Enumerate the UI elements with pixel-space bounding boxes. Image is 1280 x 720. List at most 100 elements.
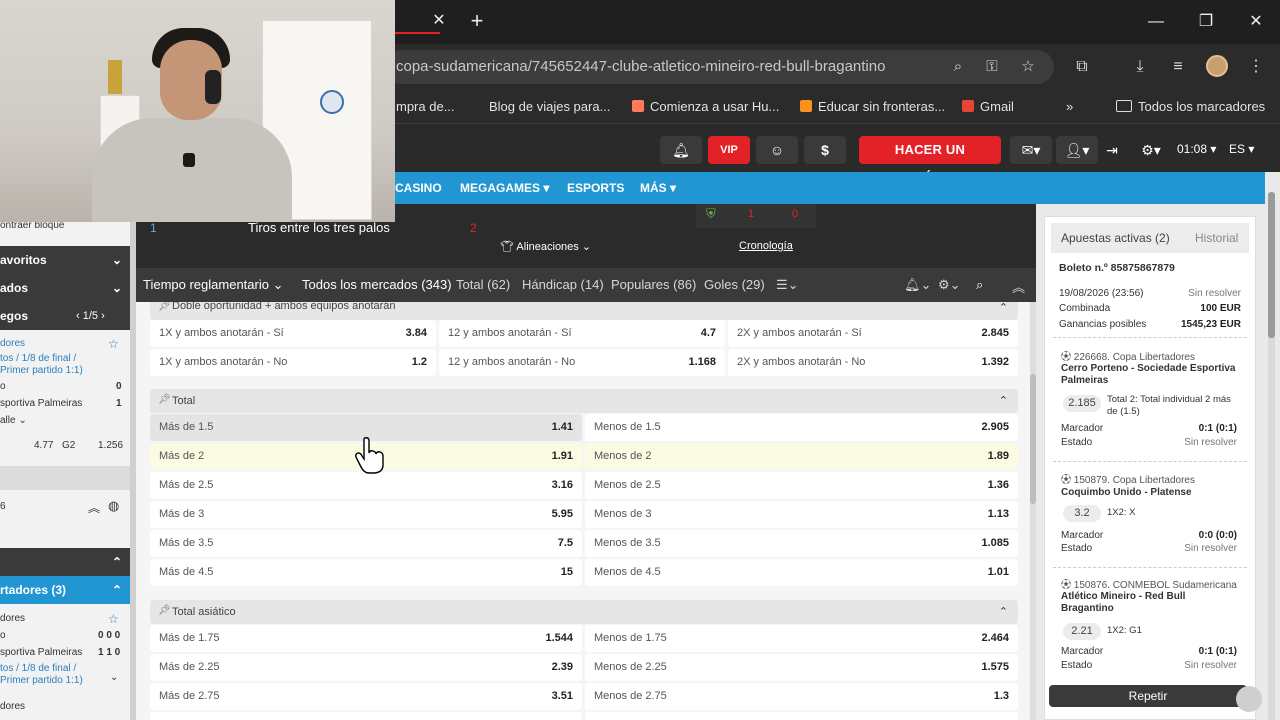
odds-cell[interactable]: 12 y ambos anotarán - Sí 4.7 [439,320,725,347]
tab-active-bets[interactable]: Apuestas activas (2) [1061,231,1170,245]
window-close-icon[interactable]: ✕ [1236,8,1276,36]
period-select[interactable]: Tiempo reglamentario ⌄ [143,277,283,293]
scroll-thumb[interactable] [1030,374,1036,504]
odds-cell[interactable]: 1X y ambos anotarán - Sí 3.84 [150,320,436,347]
games-pager[interactable]: ‹ 1/5 › [76,302,105,330]
odds-cell[interactable]: Más de 3.5 7.5 [150,530,582,557]
odds-cell[interactable]: Más de 4.5 15 [150,559,582,586]
odds-cell[interactable]: Menos de 4.5 1.01 [585,559,1018,586]
odds-cell[interactable]: Más de 2.25 2.39 [150,654,582,681]
market-group-header[interactable]: 📌︎ Doble oportunidad + ambos equipos ano… [150,302,1018,320]
tab-goals[interactable]: Goles (29) [704,277,765,292]
odds-cell[interactable]: 2X y ambos anotarán - No 1.392 [728,349,1018,376]
pin-icon[interactable]: 📌︎ [158,605,171,617]
odds-cell[interactable]: Más de 2.75 3.51 [150,683,582,710]
minimize-icon[interactable]: — [1136,8,1176,36]
more-bookmarks-icon[interactable]: » [1066,99,1073,114]
odds-cell[interactable]: Menos de 2.5 1.36 [585,472,1018,499]
odds-cell[interactable]: Menos de 3 1.13 [585,501,1018,528]
menu-icon[interactable]: ⋮ [1244,56,1268,78]
repeat-button[interactable]: Repetir [1049,685,1247,707]
odds-cell[interactable] [150,712,582,720]
bookmark-star-icon[interactable]: ☆ [1018,57,1038,77]
timeline-link[interactable]: Cronología [739,240,793,252]
deposit-button[interactable]: HACER UN DEPÓSITO [859,136,1001,185]
new-tab-icon[interactable]: + [466,8,488,34]
page-scrollbar[interactable] [1268,192,1275,720]
odds-cell[interactable]: Menos de 2.75 1.3 [585,683,1018,710]
vip-button[interactable]: VIP [708,136,750,164]
profile-avatar[interactable] [1206,55,1228,77]
odd-value[interactable]: 4.77 [34,440,53,451]
chevron-down-icon[interactable]: ⌄ [110,672,118,683]
market-group-header[interactable]: 📌︎ Total ⌃ [150,389,1018,413]
odds-cell[interactable]: Más de 1.75 1.544 [150,625,582,652]
odds-cell[interactable]: Menos de 1.75 2.464 [585,625,1018,652]
star-icon[interactable]: ☆ [108,612,119,626]
games-section[interactable]: egos ‹ 1/5 › [0,302,130,330]
page-scroll-thumb[interactable] [1268,192,1275,338]
all-bookmarks[interactable]: Todos los marcadores [1116,99,1265,114]
settings-icon[interactable]: ⚙⌄ [938,277,961,293]
user-icon[interactable]: 👤︎▾ [1056,136,1098,164]
scorers-section[interactable]: rtadores (3) ⌃ [0,576,130,604]
bookmark-item[interactable]: Blog de viajes para... [489,99,610,114]
omnibox[interactable]: copa-sudamericana/745652447-clube-atleti… [384,50,1054,84]
collapse-icon[interactable]: ⌃ [999,394,1008,407]
star-icon[interactable]: ☆ [108,337,119,351]
market-group-header[interactable]: 📌︎ Total asiático ⌃ [150,600,1018,624]
chat-icon[interactable] [1236,686,1262,712]
time-display[interactable]: 01:08 ▾ [1177,142,1216,156]
bookmark-item[interactable]: Comienza a usar Hu... [632,99,779,114]
notification-icon[interactable]: 🔔︎⌄ [904,277,931,293]
tab-history[interactable]: Historial [1195,231,1238,245]
nav-casino[interactable]: CASINO [395,181,442,195]
section-collapsed[interactable]: ⌃ [0,548,130,576]
language-select[interactable]: ES ▾ [1229,142,1254,156]
bookmark-item[interactable]: Gmail [962,99,1014,114]
dollar-icon[interactable]: $ [804,136,846,164]
tab-handicap[interactable]: Hándicap (14) [522,277,604,292]
zoom-icon[interactable]: ⌕ [948,57,968,77]
collapse-icon[interactable]: ⌃ [999,302,1008,314]
tab-popular[interactable]: Populares (86) [611,277,696,292]
odds-cell[interactable]: 12 y ambos anotarán - No 1.168 [439,349,725,376]
odd-value[interactable]: 1.256 [98,440,123,451]
odds-cell[interactable]: Menos de 2.25 1.575 [585,654,1018,681]
pin-icon[interactable]: 📌︎ [158,302,171,313]
collapse-icon[interactable]: ⌃ [999,605,1008,618]
logout-icon[interactable]: ⇥ [1100,136,1124,164]
odds-cell[interactable]: Menos de 1.5 2.905 [585,414,1018,441]
odds-cell[interactable]: Más de 3 5.95 [150,501,582,528]
odds-cell[interactable]: 1X y ambos anotarán - No 1.2 [150,349,436,376]
bookmark-item[interactable]: mpra de... [396,99,455,114]
odds-cell[interactable]: Más de 2.5 3.16 [150,472,582,499]
bookmark-item[interactable]: Educar sin fronteras... [800,99,945,114]
nav-more[interactable]: MÁS ▾ [640,181,676,195]
lineups-link[interactable]: 👕︎ Alineaciones ⌄ [500,240,591,253]
tab-total[interactable]: Total (62) [456,277,510,292]
mail-icon[interactable]: ✉▾ [1010,136,1052,164]
collapse-up-icon[interactable]: ︽ [88,499,100,516]
favorites-section[interactable]: avoritos ⌄ [0,246,130,274]
download-icon[interactable]: ⤓ [1128,56,1152,78]
played-section[interactable]: ados ⌄ [0,274,130,302]
nav-esports[interactable]: ESPORTS [567,181,624,195]
markets-scrollbar[interactable] [1030,302,1036,720]
odds-cell[interactable]: Menos de 2 1.89 [585,443,1018,470]
close-tab-icon[interactable]: ✕ [428,10,450,32]
restore-icon[interactable]: ❐ [1186,8,1226,36]
bell-icon[interactable]: 🔔︎ [660,136,702,164]
details-link[interactable]: alle ⌄ [0,415,27,426]
odds-cell[interactable]: Menos de 3.5 1.085 [585,530,1018,557]
key-icon[interactable]: ⚿ [982,57,1002,77]
pin-icon[interactable]: 📌︎ [158,394,171,406]
support-icon[interactable]: ☺ [756,136,798,164]
url-text[interactable]: copa-sudamericana/745652447-clube-atleti… [396,58,885,75]
extensions-icon[interactable]: ⧉ [1070,56,1094,78]
globe-icon[interactable]: ◍ [108,498,119,514]
settings-icon[interactable]: ⚙▾ [1134,136,1168,164]
nav-megagames[interactable]: MEGAGAMES ▾ [460,181,549,195]
list-view-icon[interactable]: ☰⌄ [776,277,799,293]
odds-cell[interactable] [585,712,1018,720]
